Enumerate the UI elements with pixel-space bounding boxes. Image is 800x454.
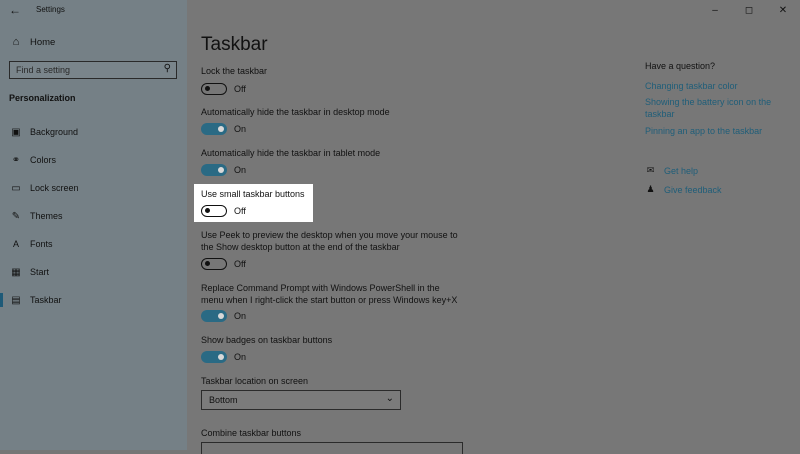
feedback-icon: ♟ — [646, 184, 655, 194]
sidebar-item-label: Lock screen — [30, 183, 79, 193]
autohide-tablet-toggle[interactable] — [201, 164, 227, 176]
home-nav-item[interactable]: ⌂ Home — [10, 36, 56, 48]
toggle-state: On — [234, 165, 247, 175]
start-icon: ▦ — [11, 266, 21, 278]
sidebar-item-label: Taskbar — [30, 295, 62, 305]
category-heading: Personalization — [9, 93, 76, 103]
powershell-toggle[interactable] — [201, 310, 227, 322]
search-input[interactable] — [10, 62, 156, 78]
setting-label: Use small taskbar buttons — [201, 189, 305, 199]
combine-select[interactable] — [201, 442, 463, 454]
active-indicator — [0, 293, 3, 307]
get-help-label: Get help — [664, 165, 699, 176]
give-feedback-link[interactable]: ♟ Give feedback — [645, 184, 722, 195]
toggle-state: On — [234, 124, 247, 134]
home-label: Home — [30, 36, 56, 48]
sidebar-item-colors[interactable]: ⚭ Colors — [10, 153, 56, 167]
sidebar-item-lock-screen[interactable]: ▭ Lock screen — [10, 181, 79, 195]
toggle-state: Off — [234, 259, 246, 269]
chevron-down-icon: ⌄ — [385, 393, 394, 404]
lock-taskbar-toggle[interactable] — [201, 83, 227, 95]
minimize-button[interactable]: – — [698, 0, 732, 20]
lock-screen-icon: ▭ — [11, 182, 21, 194]
page-title: Taskbar — [201, 34, 268, 55]
sidebar-item-label: Start — [30, 267, 50, 277]
sidebar-item-start[interactable]: ▦ Start — [10, 265, 49, 279]
link-taskbar-color[interactable]: Changing taskbar color — [645, 81, 785, 93]
sidebar-item-label: Colors — [30, 155, 57, 165]
location-select[interactable]: Bottom ⌄ — [201, 390, 401, 410]
setting-label: Automatically hide the taskbar in tablet… — [201, 148, 381, 158]
link-battery-icon[interactable]: Showing the battery icon on the taskbar — [645, 97, 785, 120]
setting-label: Automatically hide the taskbar in deskto… — [201, 107, 390, 117]
chat-help-icon: ✉ — [646, 165, 655, 175]
sidebar-item-label: Themes — [30, 211, 63, 221]
toggle-state: On — [234, 352, 247, 362]
window-title: Settings — [36, 5, 65, 14]
search-icon[interactable]: ⚲ — [164, 63, 171, 74]
sidebar-item-label: Background — [30, 127, 79, 137]
brush-icon: ✎ — [11, 210, 21, 222]
setting-label: Replace Command Prompt with Windows Powe… — [201, 283, 458, 305]
setting-label: Show badges on taskbar buttons — [201, 335, 333, 345]
sidebar: ← Settings ⌂ Home ⚲ Personalization ▣ Ba… — [0, 0, 187, 450]
autohide-desktop-toggle[interactable] — [201, 123, 227, 135]
setting-label: Use Peek to preview the desktop when you… — [201, 230, 458, 252]
link-pinning-app[interactable]: Pinning an app to the taskbar — [645, 126, 785, 138]
toggle-state: On — [234, 311, 247, 321]
sidebar-item-taskbar[interactable]: ▤ Taskbar — [10, 293, 62, 307]
peek-toggle[interactable] — [201, 258, 227, 270]
home-icon: ⌂ — [12, 36, 20, 48]
title-bar: ← Settings — [0, 0, 187, 20]
location-label: Taskbar location on screen — [201, 376, 309, 386]
picture-icon: ▣ — [11, 126, 21, 138]
small-buttons-toggle[interactable] — [201, 205, 227, 217]
font-icon: A — [12, 239, 19, 249]
combine-label: Combine taskbar buttons — [201, 428, 302, 438]
toggle-state: Off — [234, 84, 246, 94]
sidebar-item-fonts[interactable]: A Fonts — [10, 237, 53, 251]
window-controls: – ◻ ✕ — [698, 0, 800, 20]
get-help-link[interactable]: ✉ Get help — [645, 165, 698, 176]
badges-toggle[interactable] — [201, 351, 227, 363]
give-feedback-label: Give feedback — [664, 184, 722, 195]
sidebar-item-themes[interactable]: ✎ Themes — [10, 209, 63, 223]
close-button[interactable]: ✕ — [766, 0, 800, 20]
sidebar-item-background[interactable]: ▣ Background — [10, 125, 78, 139]
search-box[interactable]: ⚲ — [9, 61, 177, 79]
back-arrow-icon[interactable]: ← — [9, 3, 21, 17]
question-heading: Have a question? — [645, 61, 716, 71]
setting-label: Lock the taskbar — [201, 66, 268, 76]
palette-icon: ⚭ — [11, 154, 21, 166]
taskbar-icon: ▤ — [11, 294, 21, 306]
location-value: Bottom — [209, 395, 238, 405]
toggle-state: Off — [234, 206, 246, 216]
maximize-button[interactable]: ◻ — [732, 0, 766, 20]
sidebar-item-label: Fonts — [30, 239, 53, 249]
